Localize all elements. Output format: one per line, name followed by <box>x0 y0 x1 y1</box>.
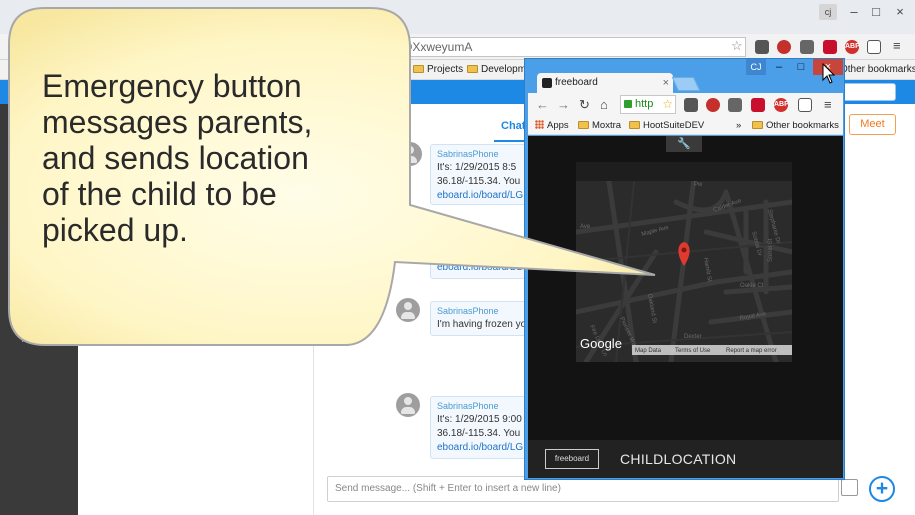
lock-icon <box>624 100 632 108</box>
favicon-icon <box>542 78 552 88</box>
bookmarks-overflow[interactable]: » <box>736 119 741 133</box>
opera-icon[interactable] <box>706 98 720 112</box>
new-tab-button[interactable] <box>671 77 701 91</box>
adblock-icon[interactable]: ABP <box>774 98 789 112</box>
attribution-terms: Terms of Use <box>675 348 711 354</box>
reload-icon[interactable]: ↻ <box>579 96 590 113</box>
callout-text: Emergency button messages parents, and s… <box>42 68 313 248</box>
google-logo: Google <box>580 336 622 351</box>
bookmark-other[interactable]: Other bookmarks <box>840 63 915 77</box>
address-bar[interactable]: http ☆ <box>620 95 676 114</box>
bookmark-hootsuitedev[interactable]: HootSuiteDEV <box>629 119 704 133</box>
opera-icon[interactable] <box>777 40 791 54</box>
extension-icon[interactable] <box>728 98 742 112</box>
home-icon[interactable]: ⌂ <box>600 96 608 113</box>
search-input[interactable] <box>838 83 896 101</box>
attribution-map-data: Map Data <box>635 348 662 354</box>
menu-icon[interactable]: ≡ <box>824 96 832 113</box>
board-link[interactable]: eboard.io/board/LG <box>437 189 529 203</box>
cast-icon[interactable] <box>867 40 881 54</box>
minimize-button[interactable]: – <box>845 4 863 20</box>
mouse-cursor-icon <box>822 63 836 84</box>
add-button[interactable]: + <box>869 476 895 502</box>
back-icon[interactable]: ← <box>536 96 549 113</box>
dashboard-footer: freeboard CHILDLOCATION <box>528 440 843 478</box>
apps-icon <box>535 120 544 129</box>
freeboard-window: freeboard × CJ – □ × ← → ↻ ⌂ http ☆ ABP <box>524 58 845 480</box>
folder-icon <box>467 65 478 73</box>
attribution-report: Report a map error <box>726 348 777 354</box>
meet-button[interactable]: Meet <box>849 114 896 135</box>
wrench-icon[interactable]: 🔧 <box>666 136 702 152</box>
bookmark-star-icon[interactable]: ☆ <box>662 96 673 113</box>
screenshot-root: cj – □ × OXxweyumA ☆ ABP ≡ Projects Deve… <box>0 0 915 515</box>
extension-icon[interactable] <box>755 40 769 54</box>
popup-tabstrip: freeboard × CJ – □ × <box>525 59 844 93</box>
maximize-button[interactable]: □ <box>791 59 811 75</box>
address-bar[interactable]: OXxweyumA <box>378 37 746 57</box>
street-label: Sorrel St <box>768 238 774 262</box>
bookmark-moxtra[interactable]: Moxtra <box>578 119 621 133</box>
chat-message: eboard.io/board/LG <box>430 258 530 279</box>
board-link[interactable]: eboard.io/board/LG <box>437 261 529 275</box>
puzzle-icon[interactable] <box>823 40 837 54</box>
browser-toolbar: OXxweyumA ☆ ABP ≡ <box>0 34 915 60</box>
minimize-button[interactable]: – <box>769 59 789 75</box>
chat-message: SabrinasPhone It's: 1/29/2015 9:00 36.18… <box>430 396 530 459</box>
map-canvas: Ave Pw Calder Ave Stephanie Dr Sotrial D… <box>576 162 792 362</box>
chat-message: SabrinasPhone It's: 1/29/2015 8:5 36.18/… <box>430 144 530 205</box>
freeboard-logo: freeboard <box>545 449 599 469</box>
close-button[interactable]: × <box>890 4 910 20</box>
street-label: Oakie Ct <box>740 283 764 289</box>
tab-freeboard[interactable]: freeboard × <box>537 73 673 93</box>
freeboard-dashboard: 🔧 Ave Pw Calder Ave Stephanie Dr Sotrial… <box>528 136 843 478</box>
tab-chat[interactable]: Chat <box>501 120 525 132</box>
adblock-icon[interactable]: ABP <box>845 40 860 54</box>
folder-icon <box>752 121 763 129</box>
menu-icon[interactable]: ≡ <box>893 38 901 53</box>
browser-titlebar: cj – □ × <box>0 0 915 34</box>
folder-icon <box>629 121 640 129</box>
board-link[interactable]: eboard.io/board/LG <box>437 441 529 455</box>
street-label: Ave <box>580 224 591 230</box>
sidebar-label[interactable]: Acc <box>22 334 39 345</box>
folder-icon <box>413 65 424 73</box>
user-badge[interactable]: cj <box>819 4 837 20</box>
bookmark-development[interactable]: Developme <box>467 63 532 77</box>
popup-bookmarks-bar: Apps Moxtra HootSuiteDEV » Other bookmar… <box>528 117 843 135</box>
pane-title: CHILDLOCATION <box>620 451 737 467</box>
send-checkbox[interactable] <box>841 479 858 496</box>
cast-icon[interactable] <box>798 98 812 112</box>
map-widget[interactable]: Ave Pw Calder Ave Stephanie Dr Sotrial D… <box>576 162 792 362</box>
extension-icon[interactable] <box>684 98 698 112</box>
map-title-bar <box>576 162 792 181</box>
bookmark-projects[interactable]: Projects <box>413 63 463 77</box>
forward-icon[interactable]: → <box>557 96 570 113</box>
user-badge[interactable]: CJ <box>746 59 766 75</box>
bookmark-apps[interactable]: Apps <box>535 119 569 133</box>
street-label: Pw <box>694 182 703 188</box>
avatar <box>396 298 420 322</box>
folder-icon <box>578 121 589 129</box>
street-label: Dexter <box>684 334 702 340</box>
maximize-button[interactable]: □ <box>867 4 885 20</box>
puzzle-icon[interactable] <box>751 98 765 112</box>
chat-message: SabrinasPhone I'm having frozen yo <box>430 301 530 336</box>
popup-toolbar: ← → ↻ ⌂ http ☆ ABP ≡ <box>528 93 843 117</box>
extension-icon[interactable] <box>800 40 814 54</box>
bookmark-star-icon[interactable]: ☆ <box>731 38 743 54</box>
bookmark-other[interactable]: Other bookmarks <box>752 119 839 133</box>
avatar <box>396 393 420 417</box>
tab-close-icon[interactable]: × <box>663 73 669 93</box>
